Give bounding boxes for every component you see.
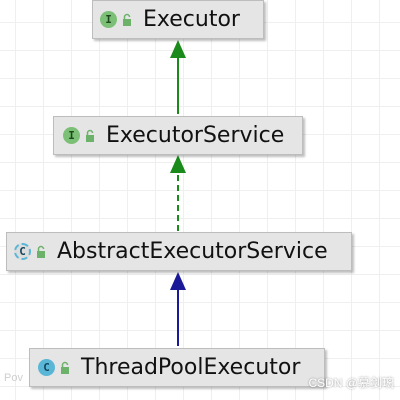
node-abstractexecutorservice[interactable]: C AbstractExecutorService bbox=[6, 232, 352, 271]
lock-icon bbox=[61, 361, 69, 374]
interface-icon: I bbox=[63, 127, 80, 144]
node-label: Executor bbox=[143, 7, 240, 32]
edge-arrowhead-abstractexecutorservice bbox=[170, 272, 186, 290]
edge-arrowhead-executorservice bbox=[170, 155, 186, 173]
class-hierarchy-diagram: I Executor I ExecutorService C AbstractE… bbox=[0, 0, 400, 400]
edge-arrowhead-executor bbox=[170, 40, 186, 58]
node-executor[interactable]: I Executor bbox=[92, 0, 264, 39]
lock-icon bbox=[37, 245, 45, 258]
node-label: ThreadPoolExecutor bbox=[81, 355, 301, 380]
interface-icon: I bbox=[100, 11, 117, 28]
node-label: AbstractExecutorService bbox=[57, 239, 328, 264]
lock-icon bbox=[123, 13, 131, 26]
node-executorservice[interactable]: I ExecutorService bbox=[53, 116, 303, 155]
abstract-class-icon: C bbox=[14, 243, 31, 260]
node-threadpoolexecutor[interactable]: C ThreadPoolExecutor bbox=[29, 348, 325, 387]
class-icon: C bbox=[38, 359, 55, 376]
footer-left-text: Pov bbox=[4, 372, 23, 384]
inheritance-edges bbox=[170, 40, 186, 346]
lock-icon bbox=[86, 129, 94, 142]
csdn-watermark: CSDN @慕剑璃 bbox=[308, 376, 394, 390]
node-label: ExecutorService bbox=[106, 123, 285, 148]
